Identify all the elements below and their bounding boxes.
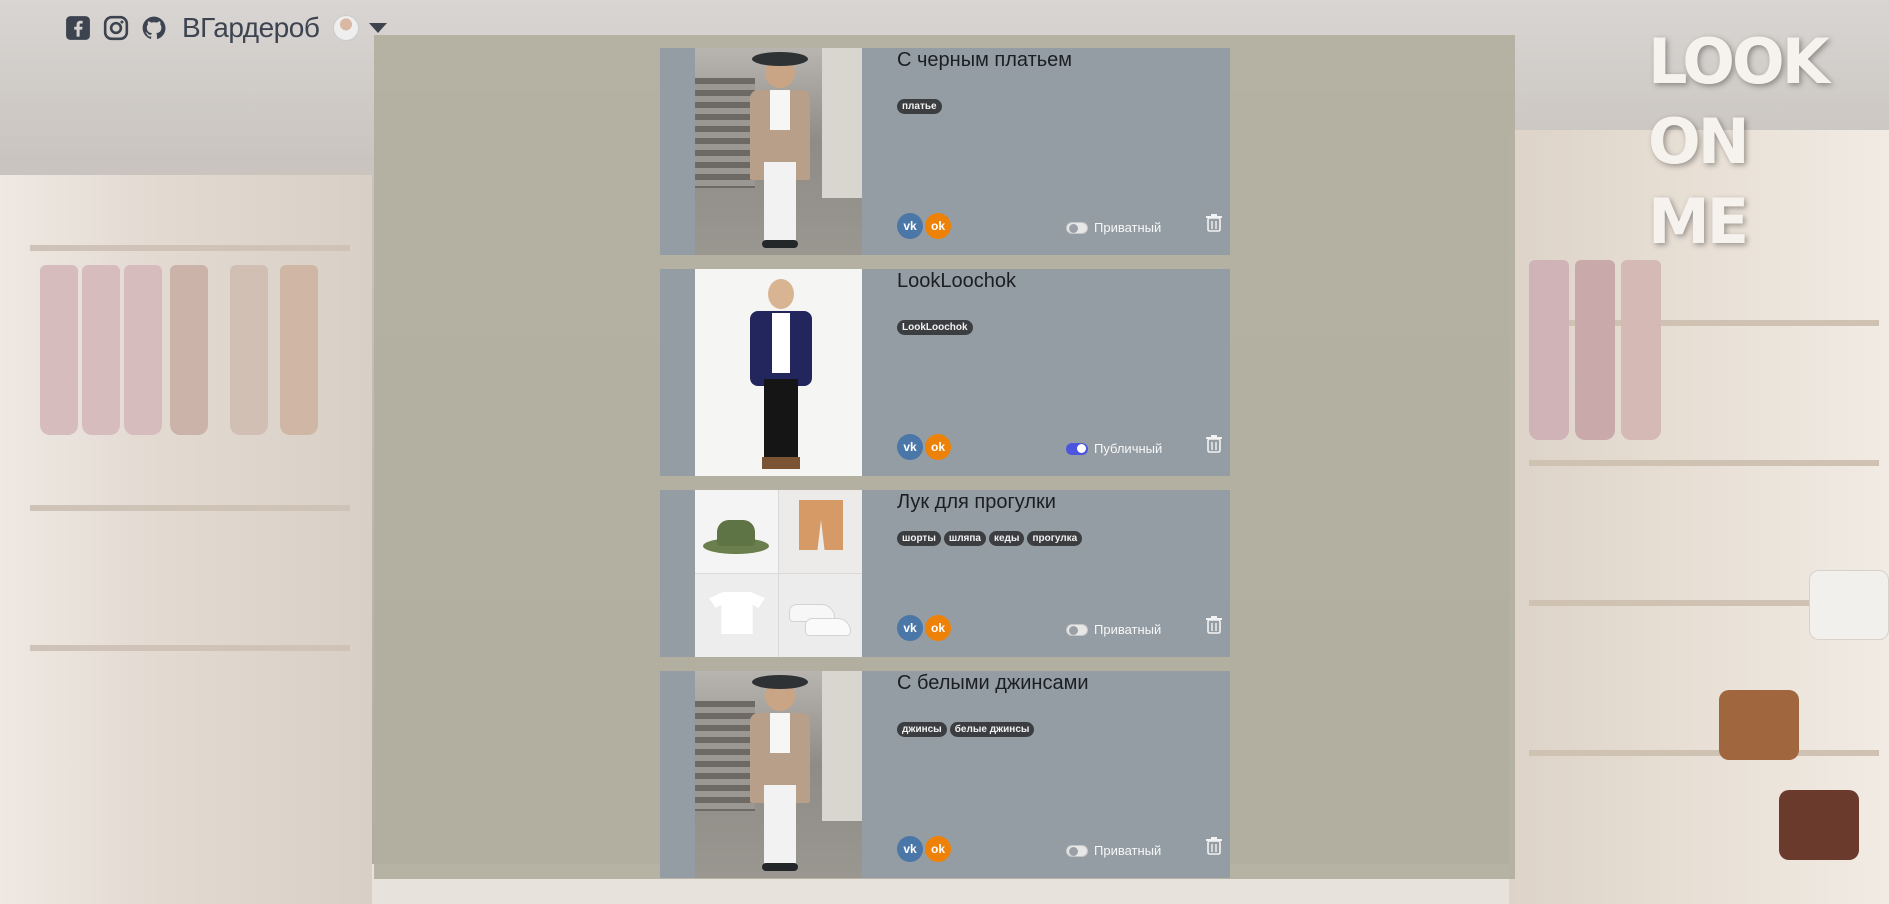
chevron-down-icon[interactable] [369, 23, 388, 33]
shorts-item [779, 490, 862, 573]
trash-icon[interactable] [1206, 214, 1222, 232]
sneakers-item [779, 574, 862, 657]
tag[interactable]: LookLoochok [897, 320, 973, 335]
tag[interactable]: прогулка [1027, 531, 1083, 546]
privacy-toggle[interactable]: Приватный [1066, 622, 1161, 637]
tag-list: шорты шляпа кеды прогулка [897, 531, 1083, 546]
look-photo-collage[interactable] [695, 490, 862, 657]
toggle-switch[interactable] [1066, 442, 1088, 455]
brand-name[interactable]: ВГардероб [182, 12, 320, 44]
tag[interactable]: джинсы [897, 722, 947, 737]
privacy-label: Приватный [1094, 622, 1162, 637]
trash-icon[interactable] [1206, 616, 1222, 634]
share-buttons: vk ok [897, 434, 951, 460]
left-wardrobe-shelves [0, 175, 372, 904]
tag[interactable]: кеды [988, 531, 1025, 546]
look-title[interactable]: С белыми джинсами [897, 672, 1089, 695]
look-on-me-logo: LOOK ON ME [1648, 25, 1830, 258]
ok-share-icon[interactable]: ok [925, 836, 951, 862]
tag[interactable]: платье [897, 99, 942, 114]
vk-share-icon[interactable]: vk [897, 434, 923, 460]
vk-share-icon[interactable]: vk [897, 615, 923, 641]
look-photo[interactable] [695, 269, 862, 476]
trash-icon[interactable] [1206, 837, 1222, 855]
vk-share-icon[interactable]: vk [897, 836, 923, 862]
look-card: С черным платьем платье vk ok Приватный [660, 48, 1230, 255]
privacy-label: Приватный [1094, 843, 1162, 858]
privacy-toggle[interactable]: Публичный [1066, 441, 1162, 456]
share-buttons: vk ok [897, 615, 951, 641]
hat-item [695, 490, 778, 573]
privacy-label: Публичный [1094, 441, 1163, 456]
trash-icon[interactable] [1206, 435, 1222, 453]
ok-share-icon[interactable]: ok [925, 434, 951, 460]
look-photo[interactable] [695, 671, 862, 878]
toggle-switch[interactable] [1066, 623, 1088, 636]
share-buttons: vk ok [897, 836, 951, 862]
ok-share-icon[interactable]: ok [925, 213, 951, 239]
look-title[interactable]: Лук для прогулки [897, 491, 1056, 514]
looks-list: С черным платьем платье vk ok Приватный … [660, 48, 1230, 892]
look-title[interactable]: LookLoochok [897, 270, 1016, 293]
vk-share-icon[interactable]: vk [897, 213, 923, 239]
github-icon[interactable] [140, 14, 168, 42]
share-buttons: vk ok [897, 213, 951, 239]
avatar[interactable] [333, 15, 360, 41]
look-card: С белыми джинсами джинсы белые джинсы vk… [660, 671, 1230, 878]
privacy-toggle[interactable]: Приватный [1066, 220, 1161, 235]
top-navbar: ВГардероб [64, 10, 388, 46]
tag-list: джинсы белые джинсы [897, 722, 1035, 737]
facebook-icon[interactable] [64, 14, 92, 42]
ok-share-icon[interactable]: ok [925, 615, 951, 641]
tag[interactable]: шляпа [943, 531, 986, 546]
tshirt-item [695, 574, 778, 657]
look-card: Лук для прогулки шорты шляпа кеды прогул… [660, 490, 1230, 657]
toggle-switch[interactable] [1066, 221, 1088, 234]
tag[interactable]: белые джинсы [949, 722, 1035, 737]
tag-list: LookLoochok [897, 320, 973, 335]
look-card: LookLoochok LookLoochok vk ok Публичный [660, 269, 1230, 476]
look-photo[interactable] [695, 48, 862, 255]
tag-list: платье [897, 99, 942, 114]
tag[interactable]: шорты [897, 531, 941, 546]
look-title[interactable]: С черным платьем [897, 49, 1072, 72]
instagram-icon[interactable] [102, 14, 130, 42]
privacy-toggle[interactable]: Приватный [1066, 843, 1161, 858]
toggle-switch[interactable] [1066, 844, 1088, 857]
privacy-label: Приватный [1094, 220, 1162, 235]
